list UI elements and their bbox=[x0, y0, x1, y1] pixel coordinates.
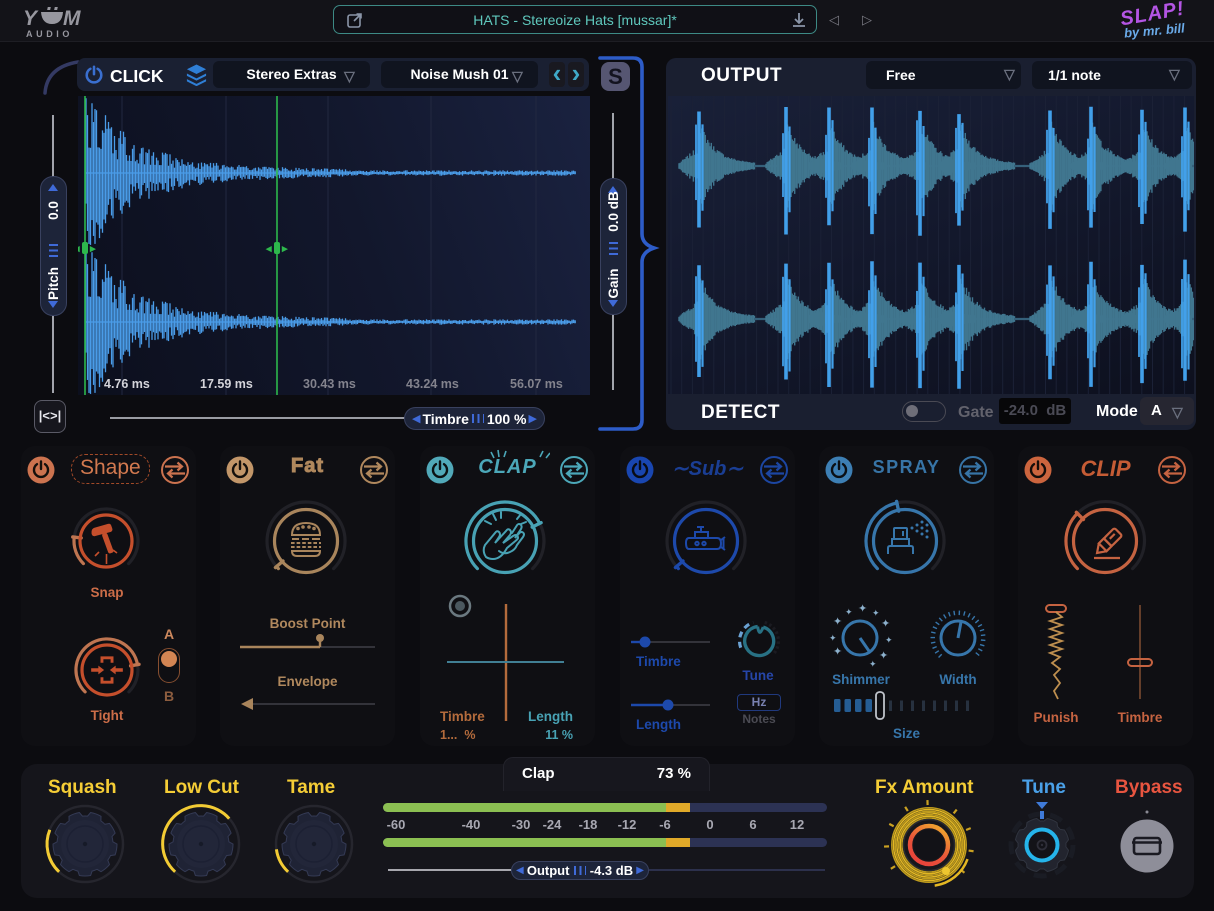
svg-text:Y: Y bbox=[23, 7, 39, 30]
svg-text:-18: -18 bbox=[579, 817, 598, 832]
svg-text:◂: ◂ bbox=[265, 243, 272, 255]
svg-text:56.07 ms: 56.07 ms bbox=[510, 377, 563, 391]
svg-text:-60: -60 bbox=[387, 817, 406, 832]
svg-text:◂: ◂ bbox=[78, 243, 80, 255]
svg-text:-6: -6 bbox=[659, 817, 671, 832]
svg-text:AUDIO: AUDIO bbox=[26, 29, 73, 39]
svg-text:30.43 ms: 30.43 ms bbox=[303, 377, 356, 391]
svg-text:✦: ✦ bbox=[885, 635, 893, 645]
svg-text:-12: -12 bbox=[618, 817, 637, 832]
svg-text:43.24 ms: 43.24 ms bbox=[406, 377, 459, 391]
svg-text:✦: ✦ bbox=[879, 650, 888, 662]
svg-text:-30: -30 bbox=[512, 817, 531, 832]
svg-text:▸: ▸ bbox=[89, 243, 96, 255]
svg-text:✦: ✦ bbox=[829, 633, 837, 643]
svg-text:✦: ✦ bbox=[845, 607, 853, 617]
svg-text:0: 0 bbox=[706, 817, 713, 832]
svg-text:✦: ✦ bbox=[858, 603, 867, 615]
svg-text:✦: ✦ bbox=[833, 646, 842, 658]
svg-text:✦: ✦ bbox=[869, 659, 877, 669]
svg-text:-24: -24 bbox=[543, 817, 563, 832]
svg-text:17.59 ms: 17.59 ms bbox=[200, 377, 253, 391]
svg-text:4.76 ms: 4.76 ms bbox=[104, 377, 150, 391]
svg-text:✦: ✦ bbox=[833, 616, 842, 628]
svg-text:M: M bbox=[63, 7, 81, 30]
svg-text:▸: ▸ bbox=[281, 243, 288, 255]
svg-text:✦: ✦ bbox=[881, 618, 890, 630]
svg-text:✦: ✦ bbox=[872, 608, 880, 618]
svg-text:12: 12 bbox=[790, 817, 804, 832]
svg-text:-40: -40 bbox=[462, 817, 481, 832]
svg-text:6: 6 bbox=[749, 817, 756, 832]
